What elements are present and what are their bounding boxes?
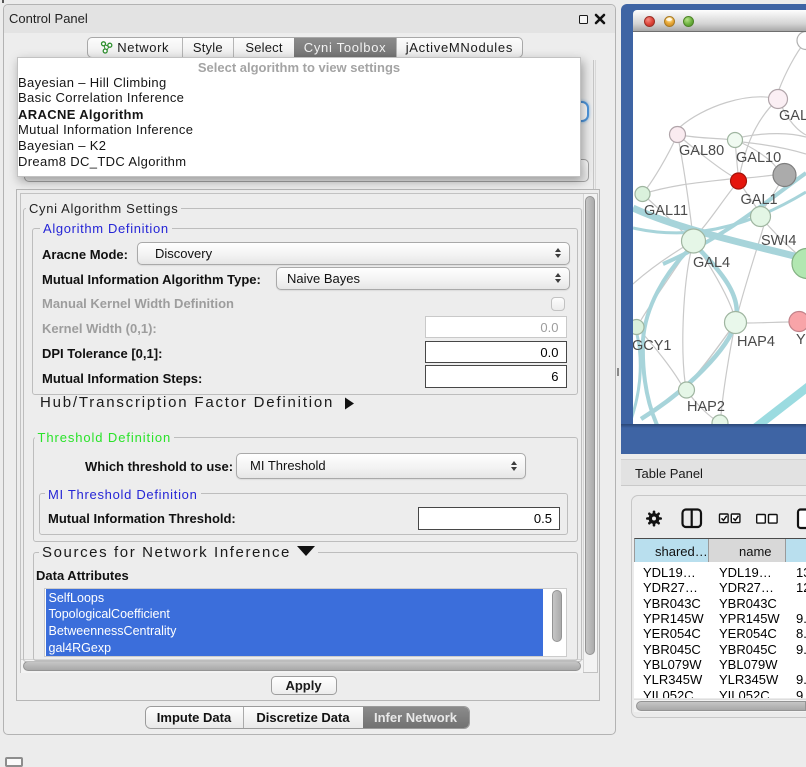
svg-text:GAL1: GAL1 — [741, 192, 778, 208]
svg-text:HAP4: HAP4 — [737, 334, 775, 350]
svg-text:GCY1: GCY1 — [633, 338, 672, 354]
svg-text:SWI4: SWI4 — [761, 233, 796, 249]
svg-text:GAL: GAL — [779, 108, 806, 124]
svg-text:GAL80: GAL80 — [679, 143, 724, 159]
svg-text:GAL10: GAL10 — [736, 150, 781, 166]
svg-text:HAP2: HAP2 — [687, 399, 725, 415]
svg-text:GAL4: GAL4 — [693, 255, 730, 271]
svg-text:GAL11: GAL11 — [644, 203, 688, 219]
svg-text:Y: Y — [796, 332, 806, 348]
